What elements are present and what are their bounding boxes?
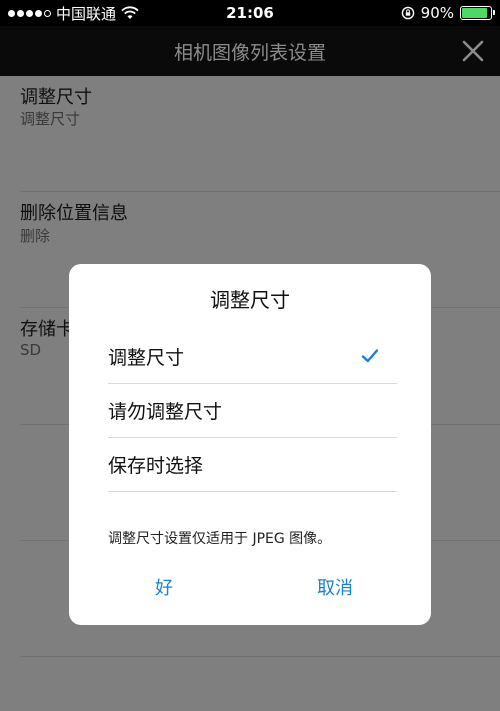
setting-item-resize[interactable]: 调整尺寸 调整尺寸: [0, 76, 500, 192]
checkmark-icon: [361, 349, 379, 363]
ok-button[interactable]: 好: [155, 574, 173, 600]
battery-level-fill: [462, 8, 488, 18]
status-right: 90%: [302, 4, 495, 22]
orientation-lock-icon: [401, 6, 414, 20]
nav-bar: 相机图像列表设置: [0, 26, 500, 76]
option-resize[interactable]: 调整尺寸: [108, 330, 397, 384]
battery-icon: [460, 6, 495, 20]
option-do-not-resize[interactable]: 请勿调整尺寸: [108, 384, 397, 438]
carrier-name: 中国联通: [56, 4, 117, 23]
setting-subtitle: SD: [20, 341, 42, 359]
setting-title: 调整尺寸: [20, 87, 92, 108]
page-title: 相机图像列表设置: [173, 41, 326, 64]
status-time: 21:06: [226, 4, 274, 22]
setting-subtitle: 调整尺寸: [20, 110, 81, 128]
status-left: 中国联通: [8, 3, 198, 24]
setting-title: 存储卡: [20, 319, 74, 340]
cancel-button[interactable]: 取消: [317, 574, 353, 600]
option-label: 请勿调整尺寸: [108, 401, 223, 423]
option-choose-on-save[interactable]: 保存时选择: [108, 438, 397, 492]
setting-title: 删除位置信息: [20, 203, 128, 224]
signal-strength-icon: [8, 9, 51, 17]
wifi-icon: [121, 6, 139, 19]
battery-percent: 90%: [420, 4, 454, 22]
option-label: 保存时选择: [108, 455, 204, 477]
divider: [20, 656, 500, 657]
resize-dialog: 调整尺寸 调整尺寸 请勿调整尺寸 保存时选择 调整尺寸设置仅适用于 JPEG 图…: [69, 264, 431, 625]
dialog-note: 调整尺寸设置仅适用于 JPEG 图像。: [108, 531, 332, 547]
dialog-title: 调整尺寸: [210, 288, 290, 312]
close-icon[interactable]: [460, 38, 486, 64]
divider: [108, 491, 397, 492]
status-bar: 中国联通 21:06 90%: [0, 0, 500, 26]
option-label: 调整尺寸: [108, 347, 185, 369]
setting-subtitle: 删除: [20, 227, 51, 245]
